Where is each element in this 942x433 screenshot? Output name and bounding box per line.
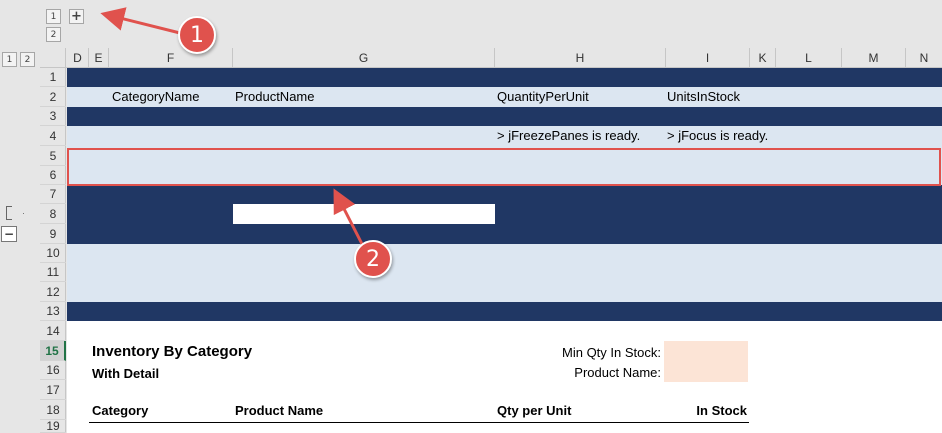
- annotation-badge-1: 1: [178, 16, 216, 54]
- annotation-arrow-2: [333, 188, 364, 245]
- annotation-arrows: [100, 7, 364, 245]
- annotation-arrow-1: [100, 7, 181, 35]
- annotation-badge-2: 2: [354, 240, 392, 278]
